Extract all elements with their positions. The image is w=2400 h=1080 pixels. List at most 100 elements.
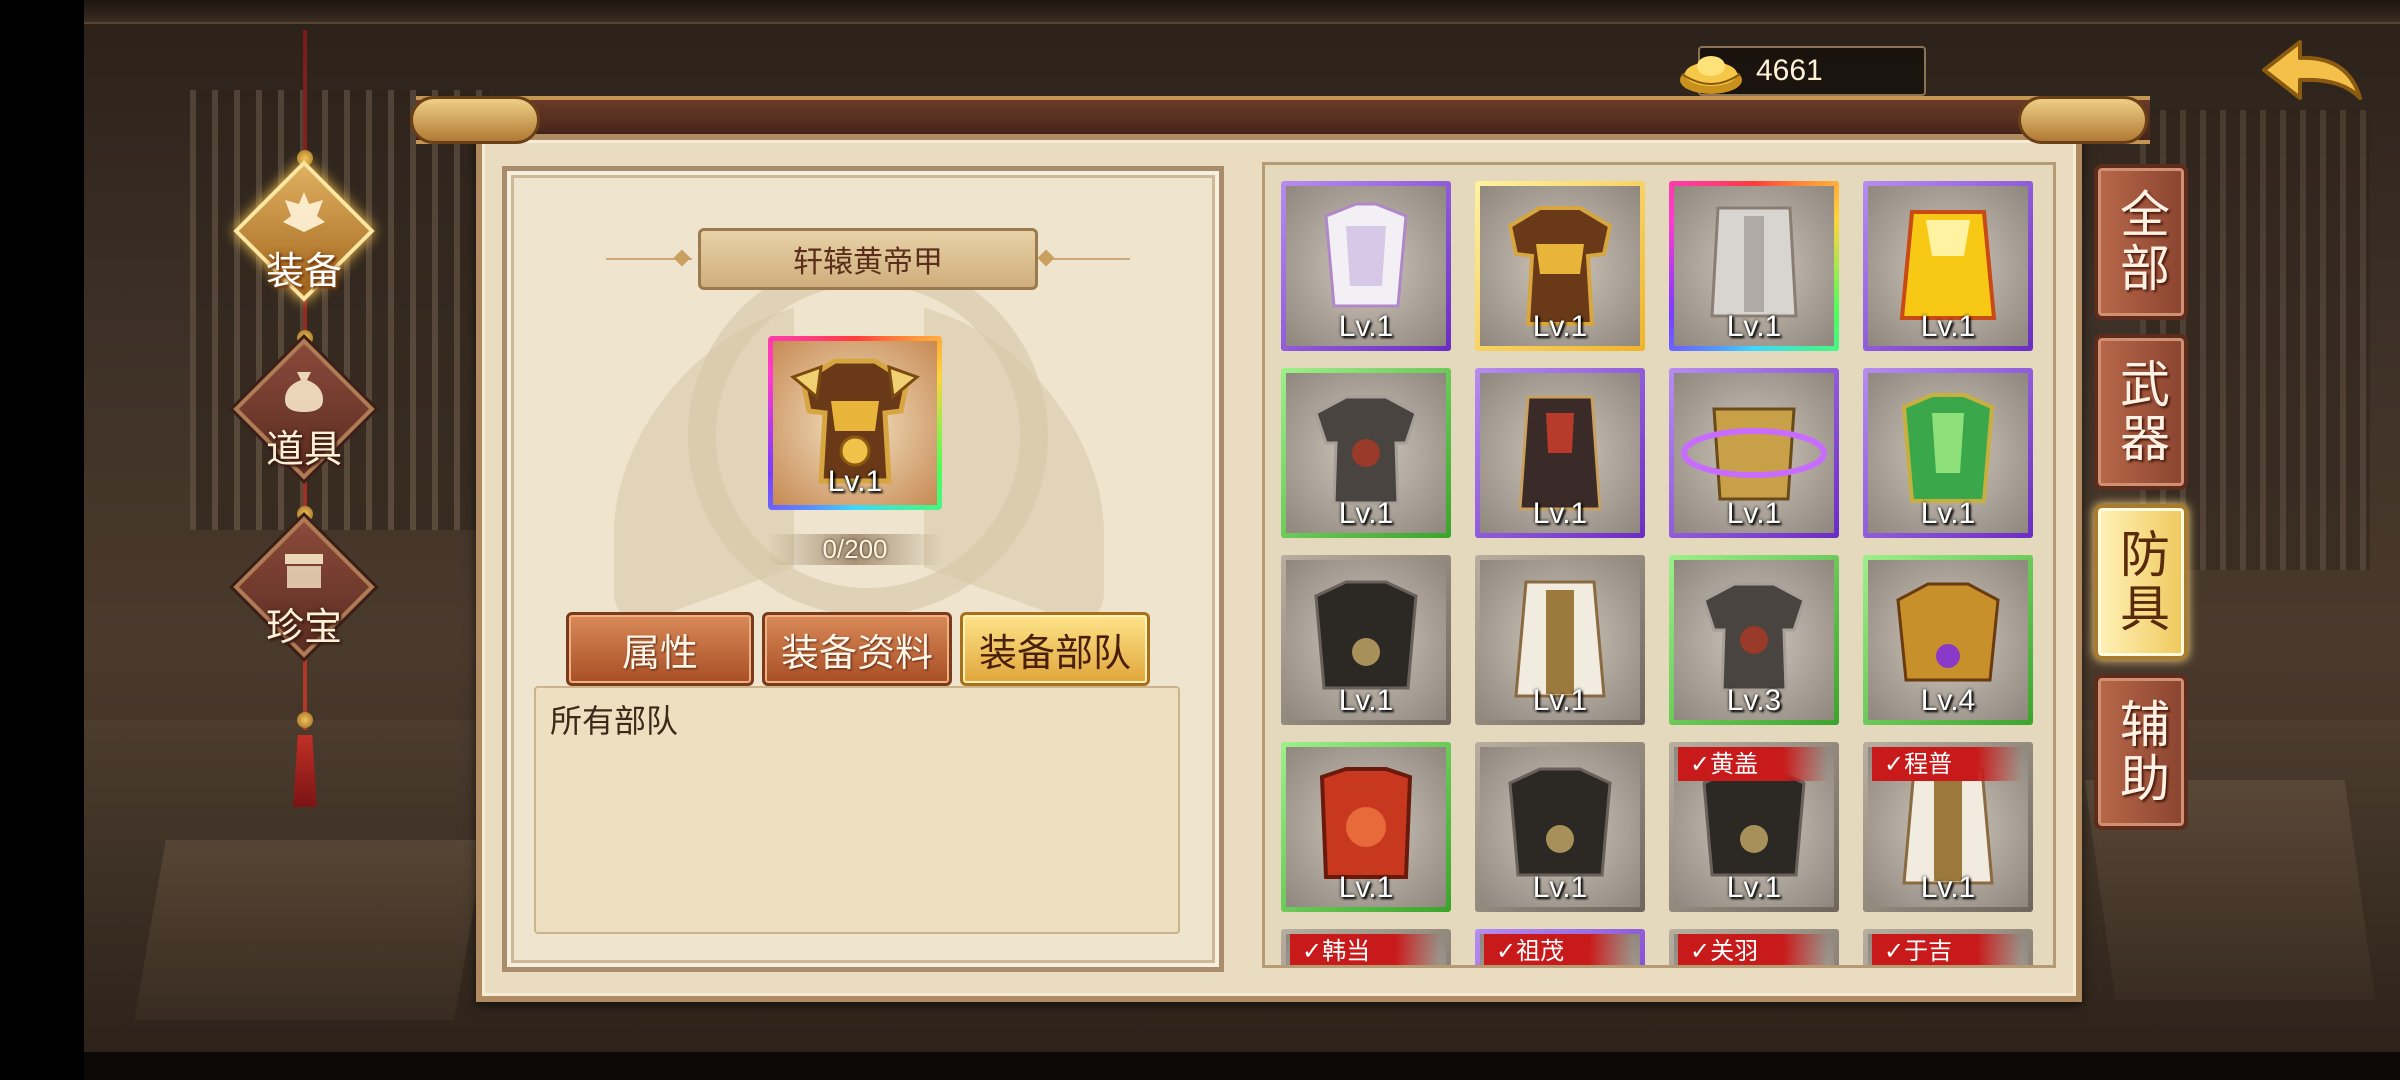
item-art: ✓韩当 <box>1286 934 1446 965</box>
frame-scroll-ornament-right <box>2018 96 2148 144</box>
item-art: ✓祖茂 <box>1480 934 1640 965</box>
treasure-chest-icon <box>285 554 323 588</box>
item-art: Lv.1 <box>1286 373 1446 533</box>
item-art: ✓程普 Lv.1 <box>1868 747 2028 907</box>
equipped-hero-badge: ✓程普 <box>1872 747 2022 781</box>
selected-item-art: Lv.1 <box>773 341 937 505</box>
equipped-hero-badge: ✓关羽 <box>1678 934 1828 965</box>
bag-icon <box>285 372 323 412</box>
filter-tab-label: 全部 <box>2112 188 2170 296</box>
item-slot[interactable]: Lv.4 <box>1863 555 2033 725</box>
item-level: Lv.1 <box>1920 497 1976 530</box>
plaque-line-right <box>1044 258 1130 260</box>
filter-tab-armor[interactable]: 防具 <box>2094 504 2188 660</box>
item-level: Lv.1 <box>827 465 883 498</box>
item-level: Lv.1 <box>1338 871 1394 904</box>
currency-display: 4661 <box>1680 46 1926 96</box>
filter-tab-label: 防具 <box>2112 528 2170 636</box>
tab-equip-troops[interactable]: 装备部队 <box>960 612 1150 686</box>
item-slot[interactable]: Lv.1 <box>1863 181 2033 351</box>
item-art: Lv.1 <box>1286 186 1446 346</box>
left-black-bar <box>0 0 84 1080</box>
equipped-hero-badge: ✓韩当 <box>1290 934 1440 965</box>
selected-item-icon[interactable]: Lv.1 <box>768 336 942 510</box>
ceiling-beam <box>84 0 2400 24</box>
item-art: ✓关羽 <box>1674 934 1834 965</box>
item-art: Lv.1 <box>1480 560 1640 720</box>
item-level: Lv.1 <box>1726 871 1782 904</box>
item-slot[interactable]: Lv.1 <box>1669 368 1839 538</box>
tab-attributes[interactable]: 属性 <box>566 612 754 686</box>
item-level: Lv.1 <box>1532 497 1588 530</box>
item-slot[interactable]: ✓祖茂 <box>1475 929 1645 965</box>
equipped-hero-badge: ✓黄盖 <box>1678 747 1828 781</box>
item-level: Lv.1 <box>1532 310 1588 343</box>
category-label: 珍宝 <box>265 605 342 649</box>
item-slot[interactable]: ✓韩当 <box>1281 929 1451 965</box>
description-text: 所有部队 <box>550 702 679 740</box>
item-slot[interactable]: Lv.1 <box>1669 181 1839 351</box>
filter-tab-label: 辅助 <box>2112 698 2170 806</box>
item-level: Lv.1 <box>1920 310 1976 343</box>
gold-ingot-icon <box>1680 56 1742 94</box>
equipped-hero-badge: ✓祖茂 <box>1484 934 1634 965</box>
item-art: Lv.1 <box>1868 373 2028 533</box>
category-treasure[interactable]: 珍宝 <box>233 516 375 658</box>
item-level: Lv.1 <box>1726 310 1782 343</box>
item-slot[interactable]: ✓于吉 <box>1863 929 2033 965</box>
item-art: Lv.1 <box>1480 186 1640 346</box>
back-arrow-icon[interactable] <box>2256 36 2366 112</box>
item-art: ✓于吉 <box>1868 934 2028 965</box>
item-art: Lv.3 <box>1674 560 1834 720</box>
detail-tab-bar: 属性 装备资料 装备部队 <box>566 612 1150 686</box>
frame-scroll-ornament-left <box>410 96 540 144</box>
item-slot[interactable]: Lv.1 <box>1281 181 1451 351</box>
item-level: Lv.1 <box>1338 310 1394 343</box>
item-art: ✓黄盖 Lv.1 <box>1674 747 1834 907</box>
item-art: Lv.1 <box>1868 186 2028 346</box>
bottom-black-bar <box>84 1052 2400 1080</box>
category-equipment[interactable]: 装备 <box>233 160 375 302</box>
item-art: Lv.1 <box>1674 186 1834 346</box>
item-slot[interactable]: Lv.1 <box>1475 555 1645 725</box>
item-art: Lv.1 <box>1480 373 1640 533</box>
game-screen: 4661 装备 道具 珍宝 轩辕黄帝甲 Lv.1 0/200 属性 装备资料 装… <box>0 0 2400 1080</box>
item-level: Lv.4 <box>1920 684 1976 717</box>
item-slot[interactable]: Lv.1 <box>1475 181 1645 351</box>
item-slot[interactable]: Lv.1 <box>1863 368 2033 538</box>
item-level: Lv.1 <box>1532 871 1588 904</box>
item-grid-panel: Lv.1 Lv.1 Lv.1 Lv.1 Lv.1 Lv.1 Lv.1 Lv.1 Lv.1 Lv.1… <box>1262 162 2056 968</box>
filter-tab-accessory[interactable]: 辅助 <box>2094 674 2188 830</box>
item-slot[interactable]: Lv.1 <box>1281 368 1451 538</box>
rope-knot <box>297 712 313 728</box>
background-table-left <box>134 840 486 1020</box>
item-art: Lv.1 <box>1286 560 1446 720</box>
item-name-plaque: 轩辕黄帝甲 <box>698 228 1038 290</box>
item-art: Lv.4 <box>1868 560 2028 720</box>
item-level: Lv.1 <box>1338 497 1394 530</box>
tab-equipment-info[interactable]: 装备资料 <box>762 612 952 686</box>
category-items[interactable]: 道具 <box>233 338 375 480</box>
item-slot[interactable]: ✓关羽 <box>1669 929 1839 965</box>
category-label: 装备 <box>265 249 342 293</box>
item-slot[interactable]: Lv.3 <box>1669 555 1839 725</box>
item-name: 轩辕黄帝甲 <box>793 245 943 280</box>
item-level: Lv.3 <box>1726 684 1782 717</box>
category-label: 道具 <box>265 427 342 471</box>
description-box: 所有部队 <box>534 686 1180 934</box>
item-art: Lv.1 <box>1286 747 1446 907</box>
filter-tab-weapon[interactable]: 武器 <box>2094 334 2188 490</box>
item-slot[interactable]: Lv.1 <box>1281 555 1451 725</box>
item-slot[interactable]: ✓黄盖 Lv.1 <box>1669 742 1839 912</box>
item-slot[interactable]: ✓程普 Lv.1 <box>1863 742 2033 912</box>
item-slot[interactable]: Lv.1 <box>1475 742 1645 912</box>
item-art: Lv.1 <box>1674 373 1834 533</box>
item-art: Lv.1 <box>1480 747 1640 907</box>
item-slot[interactable]: Lv.1 <box>1281 742 1451 912</box>
filter-tab-all[interactable]: 全部 <box>2094 164 2188 320</box>
filter-tab-label: 武器 <box>2112 358 2170 466</box>
currency-amount: 4661 <box>1756 54 1823 87</box>
item-slot[interactable]: Lv.1 <box>1475 368 1645 538</box>
item-level: Lv.1 <box>1726 497 1782 530</box>
equipped-hero-badge: ✓于吉 <box>1872 934 2022 965</box>
